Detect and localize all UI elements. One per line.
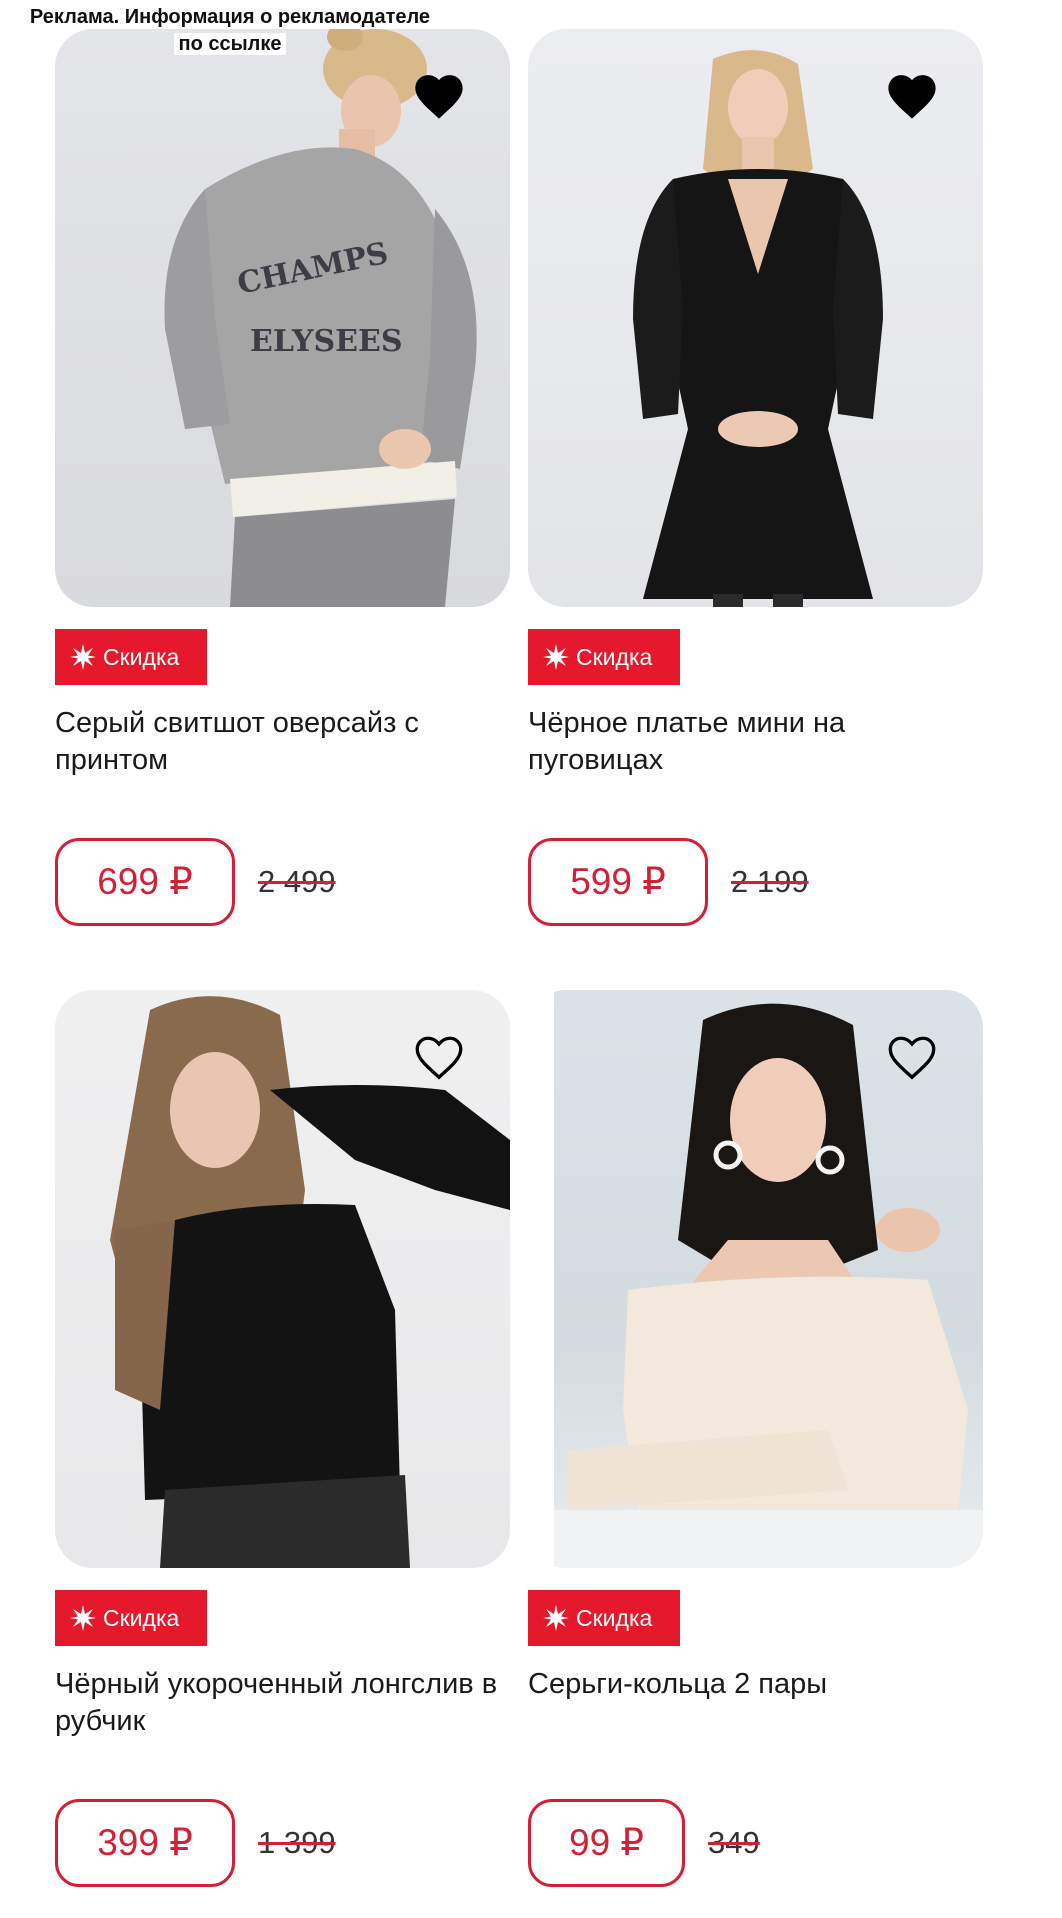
old-price: 2 499 [258,864,336,899]
ad-disclosure-line1: Реклама. Информация о рекламодателе [25,6,435,28]
old-price: 2 199 [731,864,809,899]
discount-badge-label: Скидка [103,1605,180,1631]
price-button[interactable]: 599 ₽ [528,838,708,926]
product-photo[interactable]: CHAMPS ELYSEES [55,29,510,607]
discount-badge: Скидка [528,629,680,685]
old-price: 349 [708,1825,760,1860]
discount-badge-label: Скидка [576,644,653,670]
price-button[interactable]: 99 ₽ [528,1799,685,1887]
favorite-heart-icon[interactable] [883,69,941,121]
product-title[interactable]: Серьги-кольца 2 пары [528,1666,983,1703]
discount-badge: Скидка [55,1590,207,1646]
product-card[interactable]: CHAMPS ELYSEES Скидка Серый свитшот овер… [55,29,510,926]
product-photo[interactable] [528,990,983,1568]
product-card[interactable]: Скидка Чёрный укороченный лонгслив в руб… [55,990,510,1887]
price-button[interactable]: 699 ₽ [55,838,235,926]
svg-text:ELYSEES: ELYSEES [250,324,403,359]
discount-badge: Скидка [55,629,207,685]
burst-star-icon [543,1605,569,1631]
ad-disclosure-label[interactable]: Реклама. Информация о рекламодателе по с… [0,4,460,58]
ad-disclosure-line2: по ссылке [174,33,286,55]
discount-badge: Скидка [528,1590,680,1646]
price-button[interactable]: 399 ₽ [55,1799,235,1887]
discount-badge-label: Скидка [576,1605,653,1631]
favorite-heart-icon[interactable] [410,69,468,121]
product-title[interactable]: Чёрное платье мини на пуговицах [528,705,983,779]
product-title[interactable]: Серый свитшот оверсайз с принтом [55,705,510,779]
product-card[interactable]: Скидка Чёрное платье мини на пуговицах 5… [528,29,983,926]
product-card[interactable]: Скидка Серьги-кольца 2 пары 99 ₽ 349 [528,990,983,1887]
product-photo[interactable] [528,29,983,607]
product-title[interactable]: Чёрный укороченный лонгслив в рубчик [55,1666,510,1740]
favorite-heart-outline-icon[interactable] [410,1030,468,1082]
favorite-heart-outline-icon[interactable] [883,1030,941,1082]
burst-star-icon [70,1605,96,1631]
discount-badge-label: Скидка [103,644,180,670]
burst-star-icon [70,644,96,670]
burst-star-icon [543,644,569,670]
product-photo[interactable] [55,990,510,1568]
old-price: 1 399 [258,1825,336,1860]
